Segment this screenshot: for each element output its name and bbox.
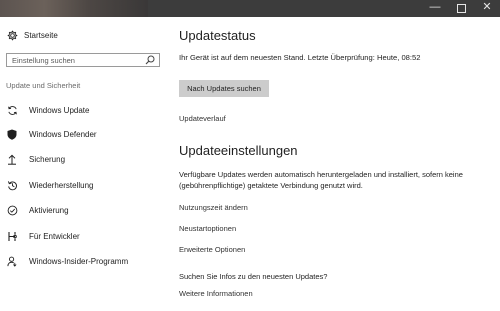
developer-icon — [6, 230, 18, 242]
shield-icon — [6, 128, 18, 140]
update-status-text: Ihr Gerät ist auf dem neuesten Stand. Le… — [179, 53, 421, 62]
sidebar-item-label: Für Entwickler — [29, 231, 80, 241]
update-history-link[interactable]: Updateverlauf — [179, 114, 226, 123]
sidebar-item-label: Sicherung — [29, 154, 66, 164]
main-content: Updatestatus Ihr Gerät ist auf dem neues… — [179, 17, 497, 311]
backup-arrow-icon — [6, 153, 18, 165]
update-settings-heading: Updateeinstellungen — [179, 143, 298, 158]
sidebar-item-windows-defender[interactable]: Windows Defender — [0, 125, 168, 143]
latest-updates-question: Suchen Sie Infos zu den neuesten Updates… — [179, 272, 328, 281]
close-button[interactable]: ✕ — [474, 0, 500, 17]
sidebar-item-label: Windows Defender — [29, 129, 97, 139]
sidebar-item-label: Windows-Insider-Programm — [29, 256, 129, 266]
sidebar-item-label: Windows Update — [29, 105, 90, 115]
check-circle-icon — [6, 204, 18, 216]
title-bar: — ✕ — [0, 0, 500, 17]
active-hours-link[interactable]: Nutzungszeit ändern — [179, 203, 248, 212]
update-status-heading: Updatestatus — [179, 28, 256, 43]
sidebar: Startseite Update und Sicherheit Windows… — [0, 17, 168, 311]
more-information-link[interactable]: Weitere Informationen — [179, 289, 253, 298]
gear-icon — [6, 29, 18, 41]
restart-options-link[interactable]: Neustartoptionen — [179, 224, 236, 233]
update-settings-description: Verfügbare Updates werden automatisch he… — [179, 170, 463, 190]
recovery-icon — [6, 179, 18, 191]
search-icon[interactable] — [145, 55, 155, 65]
sidebar-item-fuer-entwickler[interactable]: Für Entwickler — [0, 227, 168, 245]
sidebar-item-windows-update[interactable]: Windows Update — [0, 101, 168, 119]
title-bar-background-image — [0, 0, 148, 17]
minimize-button[interactable]: — — [422, 0, 448, 17]
search-input[interactable] — [12, 54, 142, 66]
sidebar-item-label: Wiederherstellung — [29, 180, 94, 190]
maximize-icon — [456, 4, 466, 13]
sidebar-item-aktivierung[interactable]: Aktivierung — [0, 201, 168, 219]
advanced-options-link[interactable]: Erweiterte Optionen — [179, 245, 245, 254]
insider-person-icon — [6, 255, 18, 267]
home-link[interactable]: Startseite — [6, 28, 58, 42]
home-label: Startseite — [24, 30, 58, 40]
sidebar-item-sicherung[interactable]: Sicherung — [0, 150, 168, 168]
section-label: Update und Sicherheit — [6, 81, 81, 90]
settings-search[interactable] — [6, 53, 160, 67]
sidebar-item-wiederherstellung[interactable]: Wiederherstellung — [0, 176, 168, 194]
maximize-button[interactable] — [448, 0, 474, 17]
sync-icon — [6, 104, 18, 116]
sidebar-item-label: Aktivierung — [29, 205, 69, 215]
sidebar-item-windows-insider-programm[interactable]: Windows-Insider-Programm — [0, 252, 168, 270]
check-for-updates-button[interactable]: Nach Updates suchen — [179, 80, 269, 97]
